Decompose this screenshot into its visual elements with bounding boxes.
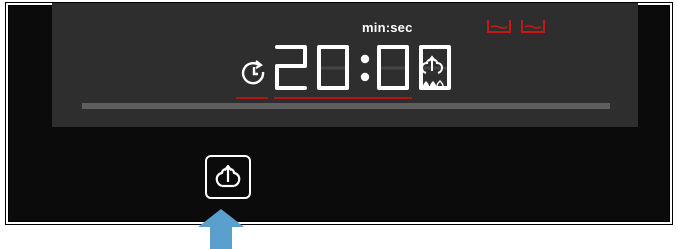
- up-arrow-icon: [198, 209, 244, 249]
- timer-selected-underline: [236, 97, 268, 99]
- timer-restart-icon: [241, 60, 265, 85]
- steam-descale-icon: [421, 55, 444, 89]
- steam-button[interactable]: [205, 155, 251, 199]
- water-tank-icon: [521, 20, 545, 33]
- progress-bar: [82, 103, 610, 109]
- appliance-control-panel: min:sec: [5, 2, 673, 225]
- steam-button-icon: [215, 164, 241, 188]
- water-tank-icon: [487, 20, 511, 33]
- time-unit-label: min:sec: [362, 20, 413, 35]
- time-selected-underline: [274, 97, 412, 99]
- display-screen: min:sec: [52, 3, 638, 127]
